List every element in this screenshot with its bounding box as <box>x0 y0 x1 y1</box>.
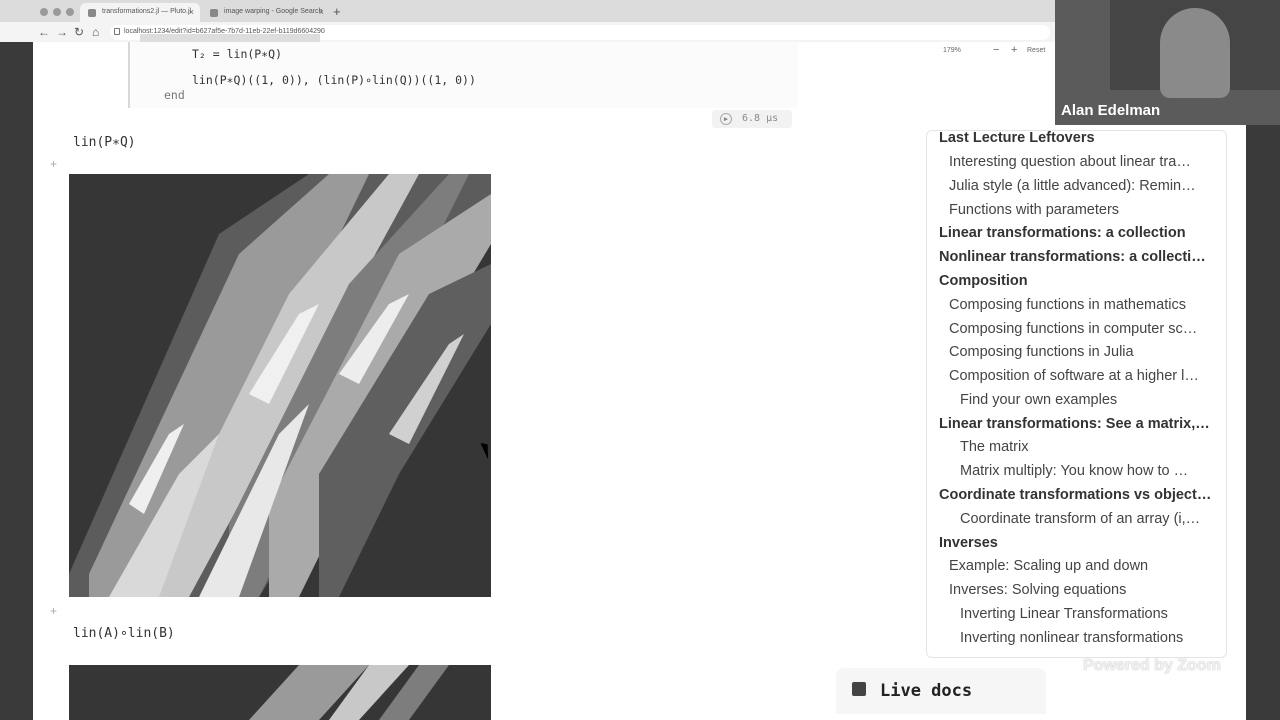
participant-name: Alan Edelman <box>1061 102 1161 119</box>
back-arrow-icon[interactable]: ← <box>38 25 50 39</box>
toc-item[interactable]: Composing functions in Julia <box>927 344 1213 368</box>
toc-item[interactable]: Matrix multiply: You know how to … <box>927 463 1213 487</box>
code-line: T₂ = lin(P∗Q) <box>192 47 283 61</box>
warped-image <box>69 665 491 720</box>
video-tile: Alan Edelman <box>1055 0 1280 125</box>
toc-item[interactable]: Coordinate transform of an array (i,… <box>927 511 1213 535</box>
new-tab-button[interactable]: + <box>333 4 341 19</box>
google-favicon-icon <box>210 9 218 17</box>
left-gutter <box>0 42 33 720</box>
tab-google-search[interactable]: image warping - Google Search × <box>202 3 330 22</box>
code-cell[interactable]: T₂ = lin(P∗Q) lin(P∗Q)((1, 0)), (lin(P)∘… <box>128 34 798 108</box>
warped-image <box>69 174 491 597</box>
toc-item[interactable]: The matrix <box>927 439 1213 463</box>
tab-pluto[interactable]: transformations2.jl — Pluto.jl × <box>80 3 200 22</box>
toc-item[interactable]: Functions with parameters <box>927 202 1213 226</box>
zoom-reset-button[interactable]: Reset <box>1027 47 1045 54</box>
output-label: lin(A)∘lin(B) <box>73 626 175 641</box>
toc-item[interactable]: Coordinate transformations vs object… <box>927 487 1213 511</box>
toc-item[interactable]: Composing functions in computer sc… <box>927 321 1213 345</box>
toc-item[interactable]: Find your own examples <box>927 392 1213 416</box>
zoom-in-button[interactable]: + <box>1011 44 1017 56</box>
zoom-out-button[interactable]: − <box>993 44 999 56</box>
toc-item[interactable]: Inverting nonlinear transformations <box>927 630 1213 654</box>
reload-icon[interactable]: ↻ <box>74 25 84 39</box>
toc-item[interactable]: Composing functions in mathematics <box>927 297 1213 321</box>
zoom-percent: 179% <box>943 47 961 54</box>
cell-runtime-badge: ▶ 6.8 μs <box>712 110 792 128</box>
toc-item[interactable]: Linear transformations: See a matrix,… <box>927 416 1213 440</box>
table-of-contents: Last Lecture Leftovers Interesting quest… <box>926 130 1227 658</box>
toc-item[interactable]: Last Lecture Leftovers <box>927 131 1213 154</box>
toc-item[interactable]: Nonlinear transformations: a collecti… <box>927 249 1213 273</box>
home-icon[interactable]: ⌂ <box>92 25 99 39</box>
runtime-text: 6.8 μs <box>742 113 779 124</box>
toc-item[interactable]: Linear transformations: a collection <box>927 225 1213 249</box>
lock-icon <box>114 28 120 35</box>
add-cell-button[interactable]: + <box>50 604 57 618</box>
tab-close-icon[interactable]: × <box>319 7 324 17</box>
right-gutter <box>1246 42 1280 720</box>
toc-item[interactable]: Inverses: Solving equations <box>927 582 1213 606</box>
books-icon <box>852 682 866 696</box>
toc-item[interactable]: Inverses <box>927 535 1213 559</box>
toc-item[interactable]: Example: Scaling up and down <box>927 558 1213 582</box>
window-minimize-dot[interactable] <box>53 8 61 16</box>
zoom-control: 179% − + Reset <box>933 42 1055 62</box>
tab-close-icon[interactable]: × <box>189 7 194 17</box>
window-zoom-dot[interactable] <box>66 8 74 16</box>
live-docs-panel[interactable]: Live docs <box>836 668 1046 714</box>
tab-label: transformations2.jl — Pluto.jl <box>102 8 192 15</box>
toc-item[interactable]: Composition of software at a higher l… <box>927 368 1213 392</box>
toc-item[interactable]: Composition <box>927 273 1213 297</box>
run-cell-icon[interactable]: ▶ <box>720 113 732 125</box>
window-close-dot[interactable] <box>40 8 48 16</box>
live-docs-label: Live docs <box>880 681 973 701</box>
participant-video <box>1160 8 1230 98</box>
code-line: end <box>164 88 185 102</box>
transformed-image-output <box>69 174 491 597</box>
tab-label: image warping - Google Search <box>224 8 323 15</box>
code-line-cutoff <box>140 34 320 42</box>
toc-item[interactable]: Julia style (a little advanced): Remin… <box>927 178 1213 202</box>
toc-item[interactable]: Interesting question about linear tra… <box>927 154 1213 178</box>
toc-item[interactable]: Inverting Linear Transformations <box>927 606 1213 630</box>
pluto-favicon-icon <box>88 9 96 17</box>
add-cell-button[interactable]: + <box>50 157 57 171</box>
output-label: lin(P∗Q) <box>73 135 136 150</box>
zoom-watermark: Powered by Zoom <box>1083 657 1221 674</box>
forward-arrow-icon[interactable]: → <box>56 25 68 39</box>
transformed-image-output <box>69 665 491 720</box>
code-line: lin(P∗Q)((1, 0)), (lin(P)∘lin(Q))((1, 0)… <box>192 73 476 87</box>
